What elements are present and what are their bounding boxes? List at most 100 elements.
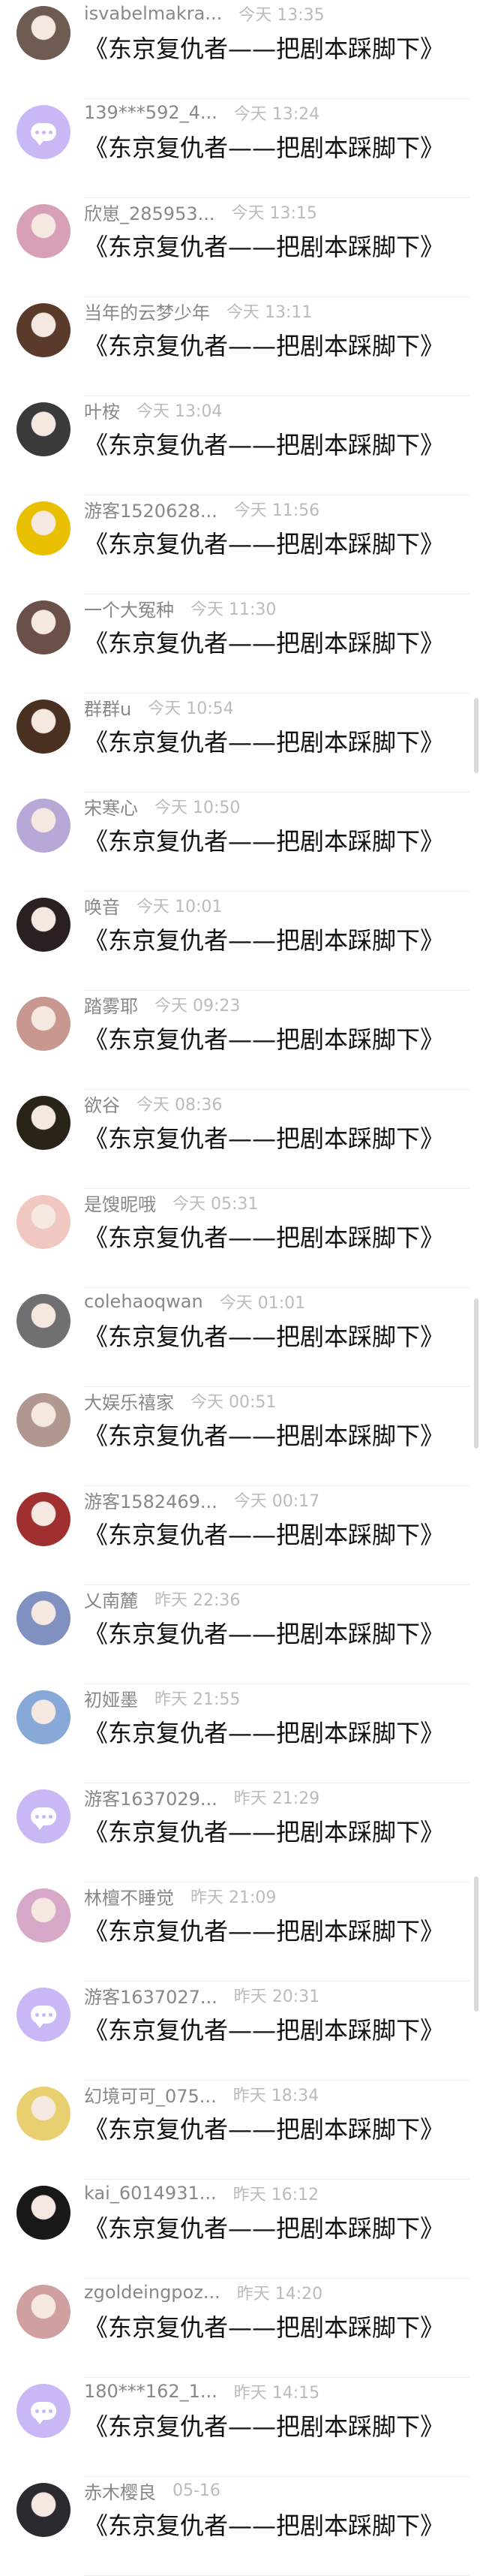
- username[interactable]: 139***592_4...: [84, 102, 218, 123]
- comment-meta: kai_6014931... 昨天 16:12: [84, 2180, 319, 2207]
- comment-item[interactable]: 游客1637027... 昨天 20:31 《东京复仇者——把剧本踩脚下》: [0, 1982, 480, 2081]
- avatar[interactable]: [16, 1591, 70, 1645]
- username[interactable]: zgoldeingpoz...: [84, 2282, 220, 2303]
- comment-text: 《东京复仇者——把剧本踩脚下》: [84, 1124, 445, 1153]
- comment-list: isvabelmakra... 今天 13:35 《东京复仇者——把剧本踩脚下》 13…: [0, 0, 480, 2576]
- username[interactable]: 叶桉: [84, 397, 120, 423]
- username[interactable]: 初娅墨: [84, 1685, 138, 1711]
- avatar[interactable]: [16, 303, 70, 357]
- username[interactable]: 游客1582469...: [84, 1487, 218, 1513]
- comment-item[interactable]: 幻境可可_075... 昨天 18:34 《东京复仇者——把剧本踩脚下》: [0, 2081, 480, 2180]
- default-avatar-icon[interactable]: [16, 1789, 70, 1843]
- comment-text: 《东京复仇者——把剧本踩脚下》: [84, 2115, 445, 2144]
- comment-text: 《东京复仇者——把剧本踩脚下》: [84, 827, 445, 856]
- comment-text: 《东京复仇者——把剧本踩脚下》: [84, 1025, 445, 1054]
- username[interactable]: 是馊昵哦: [84, 1190, 156, 1216]
- timestamp: 今天 08:36: [136, 1096, 223, 1115]
- comment-meta: 当年的云梦少年 今天 13:11: [84, 297, 312, 324]
- username[interactable]: 群群u: [84, 694, 131, 721]
- comment-meta: zgoldeingpoz... 昨天 14:20: [84, 2279, 322, 2306]
- comment-item[interactable]: 游客1520628... 今天 11:56 《东京复仇者——把剧本踩脚下》: [0, 495, 480, 594]
- comment-item[interactable]: colehaoqwan 今天 01:01 《东京复仇者——把剧本踩脚下》: [0, 1288, 480, 1387]
- avatar[interactable]: [16, 501, 70, 555]
- username[interactable]: 当年的云梦少年: [84, 298, 210, 324]
- comment-item[interactable]: 叶桉 今天 13:04 《东京复仇者——把剧本踩脚下》: [0, 396, 480, 495]
- username[interactable]: 宋寒心: [84, 793, 138, 820]
- comment-item[interactable]: 180***162_1... 昨天 14:15 《东京复仇者——把剧本踩脚下》: [0, 2378, 480, 2477]
- username[interactable]: 游客1637027...: [84, 1982, 218, 2009]
- username[interactable]: 欣崽_285953...: [84, 199, 215, 225]
- username[interactable]: kai_6014931...: [84, 2183, 217, 2204]
- username[interactable]: 唤音: [84, 892, 120, 919]
- username[interactable]: 大娱乐禧家: [84, 1388, 174, 1414]
- avatar[interactable]: [16, 2186, 70, 2240]
- username[interactable]: 赤木樱良: [84, 2478, 156, 2504]
- username[interactable]: 游客1520628...: [84, 496, 218, 522]
- comment-item[interactable]: 唤音 今天 10:01 《东京复仇者——把剧本踩脚下》: [0, 892, 480, 991]
- comment-item[interactable]: 当年的云梦少年 今天 13:11 《东京复仇者——把剧本踩脚下》: [0, 297, 480, 396]
- avatar[interactable]: [16, 2087, 70, 2141]
- default-avatar-icon[interactable]: [16, 1988, 70, 2042]
- comment-item[interactable]: 林檀不睡觉 昨天 21:09 《东京复仇者——把剧本踩脚下》: [0, 1882, 480, 1982]
- timestamp: 昨天 21:55: [154, 1690, 241, 1709]
- username[interactable]: 游客1637029...: [84, 1784, 218, 1810]
- comment-text: 《东京复仇者——把剧本踩脚下》: [84, 728, 445, 757]
- avatar[interactable]: [16, 6, 70, 60]
- chat-bubble-icon: [31, 2402, 56, 2424]
- timestamp: 今天 00:17: [233, 1492, 320, 1511]
- comment-item[interactable]: kai_6014931... 昨天 16:12 《东京复仇者——把剧本踩脚下》: [0, 2180, 480, 2279]
- comment-item[interactable]: 游客1582469... 今天 00:17 《东京复仇者——把剧本踩脚下》: [0, 1486, 480, 1585]
- username[interactable]: 乂南麓: [84, 1586, 138, 1612]
- comment-item[interactable]: 欲谷 今天 08:36 《东京复仇者——把剧本踩脚下》: [0, 1090, 480, 1189]
- avatar[interactable]: [16, 204, 70, 258]
- comment-item[interactable]: 群群u 今天 10:54 《东京复仇者——把剧本踩脚下》: [0, 694, 480, 793]
- avatar[interactable]: [16, 898, 70, 952]
- default-avatar-icon[interactable]: [16, 2384, 70, 2438]
- username[interactable]: 欲谷: [84, 1091, 120, 1117]
- username[interactable]: 180***162_1...: [84, 2381, 218, 2402]
- scrollbar[interactable]: [474, 1299, 478, 1449]
- avatar[interactable]: [16, 1294, 70, 1348]
- avatar[interactable]: [16, 1492, 70, 1546]
- avatar[interactable]: [16, 997, 70, 1051]
- default-avatar-icon[interactable]: [16, 105, 70, 159]
- timestamp: 今天 13:04: [136, 402, 223, 421]
- username[interactable]: colehaoqwan: [84, 1291, 203, 1312]
- timestamp: 05-16: [172, 2481, 220, 2500]
- username[interactable]: isvabelmakra...: [84, 3, 222, 24]
- avatar[interactable]: [16, 700, 70, 754]
- username[interactable]: 踏雾耶: [84, 992, 138, 1018]
- scrollbar[interactable]: [474, 1876, 478, 2012]
- comment-item[interactable]: 宋寒心 今天 10:50 《东京复仇者——把剧本踩脚下》: [0, 793, 480, 892]
- avatar[interactable]: [16, 1096, 70, 1150]
- timestamp: 今天 00:51: [190, 1393, 277, 1412]
- avatar[interactable]: [16, 2483, 70, 2537]
- comment-text: 《东京复仇者——把剧本踩脚下》: [84, 926, 445, 955]
- comment-item[interactable]: 欣崽_285953... 今天 13:15 《东京复仇者——把剧本踩脚下》: [0, 198, 480, 297]
- avatar[interactable]: [16, 1195, 70, 1249]
- comment-item[interactable]: 139***592_4... 今天 13:24 《东京复仇者——把剧本踩脚下》: [0, 99, 480, 198]
- avatar[interactable]: [16, 799, 70, 853]
- comment-item[interactable]: 游客1637029... 昨天 21:29 《东京复仇者——把剧本踩脚下》: [0, 1783, 480, 1882]
- comment-item[interactable]: 初娅墨 昨天 21:55 《东京复仇者——把剧本踩脚下》: [0, 1684, 480, 1783]
- scrollbar[interactable]: [474, 698, 478, 773]
- avatar[interactable]: [16, 2285, 70, 2339]
- avatar[interactable]: [16, 1690, 70, 1744]
- comment-item[interactable]: 乂南麓 昨天 22:36 《东京复仇者——把剧本踩脚下》: [0, 1585, 480, 1684]
- comment-text: 《东京复仇者——把剧本踩脚下》: [84, 1818, 445, 1846]
- comment-meta: 宋寒心 今天 10:50: [84, 793, 240, 820]
- comment-item[interactable]: 大娱乐禧家 今天 00:51 《东京复仇者——把剧本踩脚下》: [0, 1387, 480, 1486]
- avatar[interactable]: [16, 1393, 70, 1447]
- username[interactable]: 幻境可可_075...: [84, 2081, 217, 2108]
- avatar[interactable]: [16, 1888, 70, 1943]
- avatar[interactable]: [16, 600, 70, 655]
- comment-item[interactable]: zgoldeingpoz... 昨天 14:20 《东京复仇者——把剧本踩脚下》: [0, 2279, 480, 2378]
- username[interactable]: 一个大冤种: [84, 595, 174, 621]
- comment-item[interactable]: 赤木樱良 05-16 《东京复仇者——把剧本踩脚下》: [0, 2477, 480, 2576]
- username[interactable]: 林檀不睡觉: [84, 1883, 174, 1909]
- avatar[interactable]: [16, 402, 70, 456]
- comment-item[interactable]: 踏雾耶 今天 09:23 《东京复仇者——把剧本踩脚下》: [0, 991, 480, 1090]
- comment-item[interactable]: 是馊昵哦 今天 05:31 《东京复仇者——把剧本踩脚下》: [0, 1189, 480, 1288]
- comment-item[interactable]: 一个大冤种 今天 11:30 《东京复仇者——把剧本踩脚下》: [0, 594, 480, 694]
- comment-item[interactable]: isvabelmakra... 今天 13:35 《东京复仇者——把剧本踩脚下》: [0, 0, 480, 99]
